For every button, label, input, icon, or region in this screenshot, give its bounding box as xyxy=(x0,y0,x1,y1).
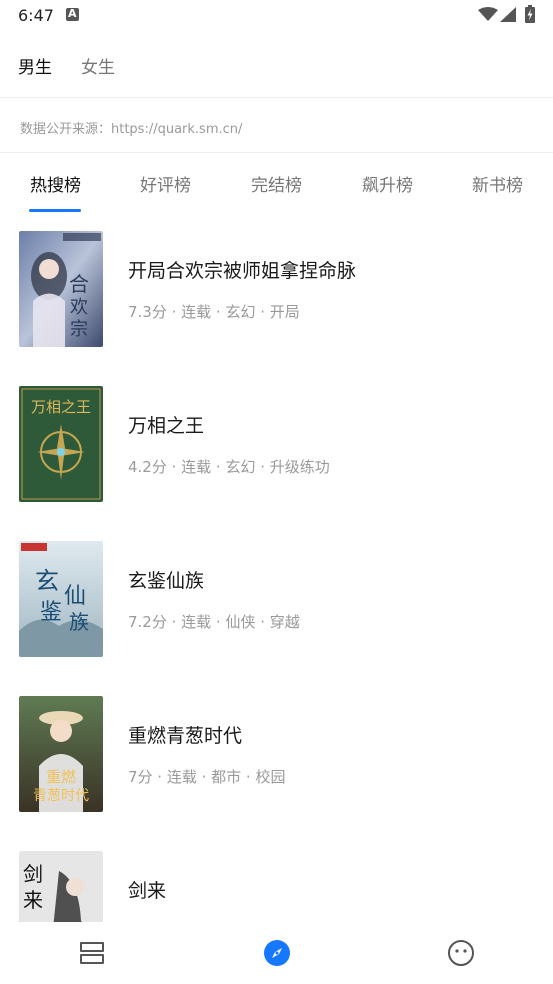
book-title: 玄鉴仙族 xyxy=(128,570,205,592)
svg-text:来: 来 xyxy=(23,888,43,912)
book-title: 万相之王 xyxy=(128,415,205,437)
book-cover[interactable]: 剑 来 xyxy=(19,851,103,922)
bottom-nav xyxy=(0,922,553,984)
wifi-icon xyxy=(478,7,498,21)
svg-text:青葱时代: 青葱时代 xyxy=(33,788,89,804)
smiley-icon[interactable] xyxy=(446,938,476,968)
svg-text:剑: 剑 xyxy=(23,862,43,886)
svg-text:重燃: 重燃 xyxy=(46,768,76,786)
book-cover[interactable]: 合 欢 宗 xyxy=(19,231,103,347)
book-cover[interactable]: 万相之王 xyxy=(19,386,103,502)
book-item[interactable]: 合 欢 宗 开局合欢宗被师姐拿捏命脉 7.3分 · 连载 · 玄幻 · 开局 xyxy=(0,214,553,369)
svg-text:合: 合 xyxy=(69,272,89,296)
status-time: 6:47 xyxy=(18,6,54,25)
signal-icon xyxy=(500,7,516,22)
tab-rising[interactable]: 飙升榜 xyxy=(362,171,413,196)
book-meta: 7.3分 · 连载 · 玄幻 · 开局 xyxy=(128,303,300,321)
tab-top-rated[interactable]: 好评榜 xyxy=(140,171,191,196)
status-bar: 6:47 xyxy=(0,0,553,32)
bookshelf-icon[interactable] xyxy=(77,938,107,968)
tab-hot-search[interactable]: 热搜榜 xyxy=(30,171,81,196)
book-item[interactable]: 重燃 青葱时代 重燃青葱时代 7分 · 连载 · 都市 · 校园 xyxy=(0,679,553,834)
data-source-text: 数据公开来源：https://quark.sm.cn/ xyxy=(20,122,243,137)
svg-text:宗: 宗 xyxy=(70,319,88,340)
tab-new-books[interactable]: 新书榜 xyxy=(472,171,523,196)
active-tab-indicator xyxy=(29,209,81,212)
svg-text:万相之王: 万相之王 xyxy=(31,398,91,416)
gender-tabs: 男生 女生 xyxy=(0,40,553,98)
data-source-bar: 数据公开来源：https://quark.sm.cn/ xyxy=(0,99,553,153)
book-item[interactable]: 万相之王 万相之王 4.2分 · 连载 · 玄幻 · 升级练功 xyxy=(0,369,553,524)
book-title: 开局合欢宗被师姐拿捏命脉 xyxy=(128,260,357,282)
book-item[interactable]: 剑 来 剑来 xyxy=(0,834,553,922)
svg-text:欢: 欢 xyxy=(70,297,88,318)
svg-text:族: 族 xyxy=(69,610,89,634)
book-item[interactable]: 玄 仙 鉴 族 玄鉴仙族 7.2分 · 连载 · 仙侠 · 穿越 xyxy=(0,524,553,679)
book-title: 重燃青葱时代 xyxy=(128,725,243,747)
battery-icon xyxy=(525,5,535,23)
compass-icon[interactable] xyxy=(262,938,292,968)
tab-female[interactable]: 女生 xyxy=(81,53,115,78)
book-list: 合 欢 宗 开局合欢宗被师姐拿捏命脉 7.3分 · 连载 · 玄幻 · 开局 万… xyxy=(0,214,553,922)
book-meta: 7分 · 连载 · 都市 · 校园 xyxy=(128,768,286,786)
svg-text:仙: 仙 xyxy=(64,584,86,609)
book-meta: 4.2分 · 连载 · 玄幻 · 升级练功 xyxy=(128,458,330,476)
notification-a-icon xyxy=(66,7,79,21)
svg-text:玄: 玄 xyxy=(35,567,59,595)
book-meta: 7.2分 · 连载 · 仙侠 · 穿越 xyxy=(128,613,300,631)
svg-text:鉴: 鉴 xyxy=(40,600,62,625)
tab-male[interactable]: 男生 xyxy=(18,53,52,78)
tab-completed[interactable]: 完结榜 xyxy=(251,171,302,196)
book-cover[interactable]: 重燃 青葱时代 xyxy=(19,696,103,812)
book-cover[interactable]: 玄 仙 鉴 族 xyxy=(19,541,103,657)
rank-tabs: 热搜榜 好评榜 完结榜 飙升榜 新书榜 xyxy=(0,154,553,214)
book-title: 剑来 xyxy=(128,880,167,902)
